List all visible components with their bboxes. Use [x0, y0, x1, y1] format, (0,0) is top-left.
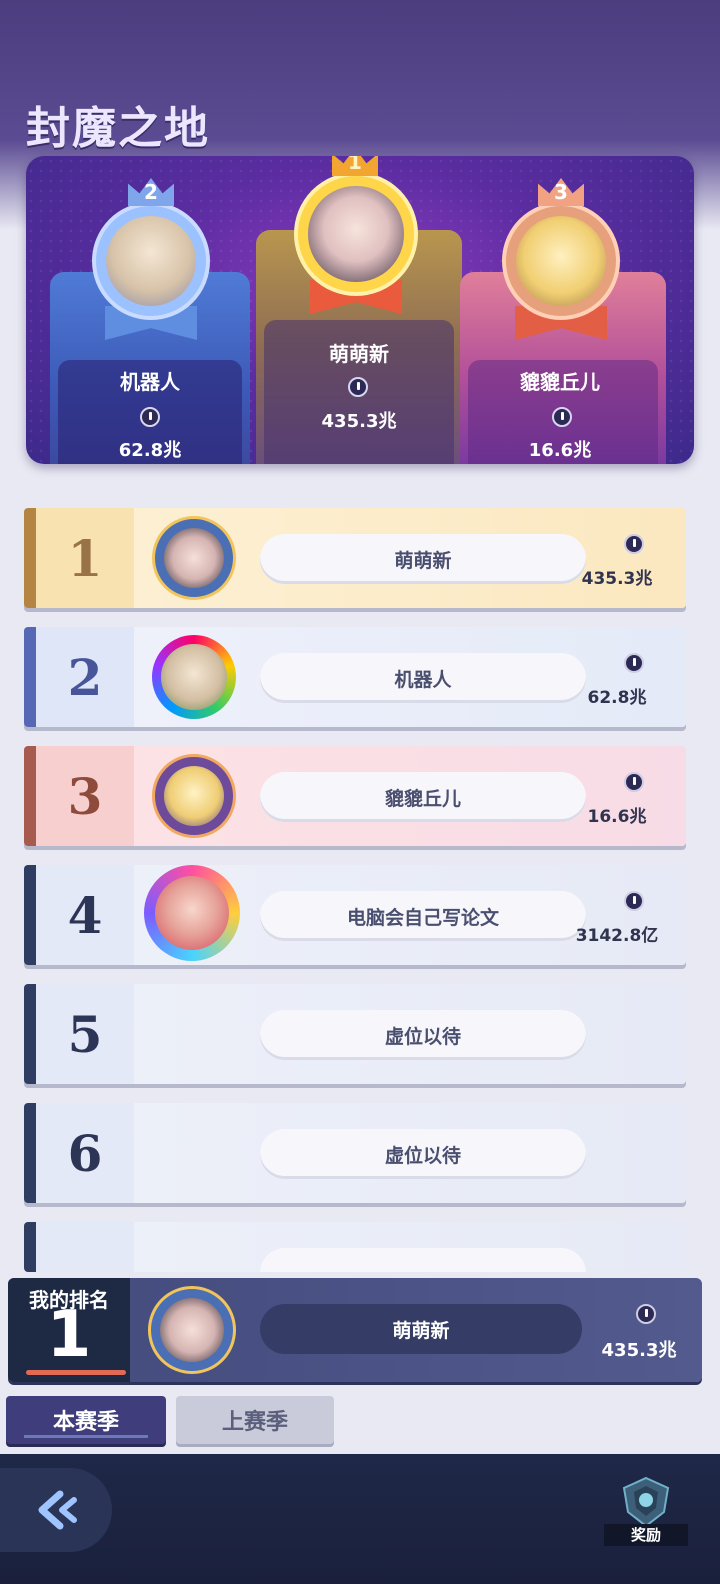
- player-score: 3142.8亿: [575, 926, 659, 946]
- avatar[interactable]: [152, 635, 236, 719]
- podium-score-third: 16.6兆: [528, 440, 592, 461]
- avatar[interactable]: [152, 754, 236, 838]
- avatar[interactable]: [144, 865, 240, 961]
- my-rank-bar[interactable]: 我的排名 1 萌萌新 435.3兆: [8, 1278, 702, 1382]
- season-tabs: 本赛季 上赛季: [0, 1390, 720, 1454]
- my-name: 萌萌新: [260, 1304, 582, 1354]
- podium-avatar-third[interactable]: [502, 202, 620, 320]
- rank-number: 5: [36, 984, 134, 1084]
- ranking-row: 5 虚位以待: [24, 984, 686, 1084]
- coin-icon: [552, 407, 572, 427]
- player-name: 电脑会自己写论文: [260, 891, 586, 941]
- crown-first-icon: 1: [332, 156, 378, 176]
- ranking-row: [24, 1222, 686, 1272]
- podium-score-second: 62.8兆: [118, 440, 182, 461]
- rank-number: 1: [36, 508, 134, 608]
- shield-trophy-icon: [622, 1476, 670, 1528]
- bottom-nav: 奖励: [0, 1454, 720, 1584]
- avatar[interactable]: [152, 516, 236, 600]
- podium-name-first: 萌萌新: [329, 342, 389, 366]
- coin-icon: [624, 534, 644, 554]
- coin-icon: [624, 891, 644, 911]
- podium: 2 1 3 机器人 萌萌新 貔貔丘儿 62.8兆 435.3兆 16.6兆: [26, 156, 694, 464]
- avatar[interactable]: [148, 1286, 236, 1374]
- player-name: 貔貔丘儿: [260, 772, 586, 822]
- player-name: 萌萌新: [260, 534, 586, 584]
- back-chevron-icon: [38, 1490, 77, 1530]
- rank-number: 3: [36, 746, 134, 846]
- back-button[interactable]: [0, 1468, 112, 1552]
- rank-number: [36, 1222, 134, 1272]
- tab-current-season[interactable]: 本赛季: [6, 1396, 166, 1444]
- player-name: 虚位以待: [260, 1129, 586, 1179]
- ranking-row[interactable]: 4 电脑会自己写论文 3142.8亿: [24, 865, 686, 965]
- reward-button[interactable]: 奖励: [604, 1476, 688, 1548]
- podium-name-second: 机器人: [120, 370, 180, 394]
- podium-avatar-first[interactable]: [294, 172, 418, 296]
- player-score: 16.6兆: [587, 807, 647, 827]
- player-score: 62.8兆: [587, 688, 647, 708]
- ranking-row: 6 虚位以待: [24, 1103, 686, 1203]
- coin-icon: [140, 407, 160, 427]
- player-name: 机器人: [260, 653, 586, 703]
- reward-label: 奖励: [604, 1524, 688, 1546]
- crown-second-icon: 2: [128, 178, 174, 206]
- podium-avatar-second[interactable]: [92, 202, 210, 320]
- player-score: 435.3兆: [581, 569, 653, 589]
- podium-name-third: 貔貔丘儿: [520, 370, 600, 394]
- rank-number: 4: [36, 865, 134, 965]
- ranking-row[interactable]: 1 萌萌新 435.3兆: [24, 508, 686, 608]
- ranking-row[interactable]: 2 机器人 62.8兆: [24, 627, 686, 727]
- crown-third-icon: 3: [538, 178, 584, 206]
- coin-icon: [348, 377, 368, 397]
- my-rank-badge: 我的排名 1: [8, 1278, 130, 1382]
- my-score: 435.3兆: [601, 1340, 677, 1361]
- player-name: 虚位以待: [260, 1010, 586, 1060]
- coin-icon: [636, 1304, 656, 1324]
- page-title: 封魔之地: [26, 103, 210, 154]
- player-name: [260, 1248, 586, 1272]
- rank-number: 2: [36, 627, 134, 727]
- rank-number: 6: [36, 1103, 134, 1203]
- coin-icon: [624, 772, 644, 792]
- my-rank-number: 1: [46, 1298, 92, 1372]
- coin-icon: [624, 653, 644, 673]
- ranking-row[interactable]: 3 貔貔丘儿 16.6兆: [24, 746, 686, 846]
- tab-last-season[interactable]: 上赛季: [176, 1396, 334, 1444]
- podium-score-first: 435.3兆: [321, 411, 397, 432]
